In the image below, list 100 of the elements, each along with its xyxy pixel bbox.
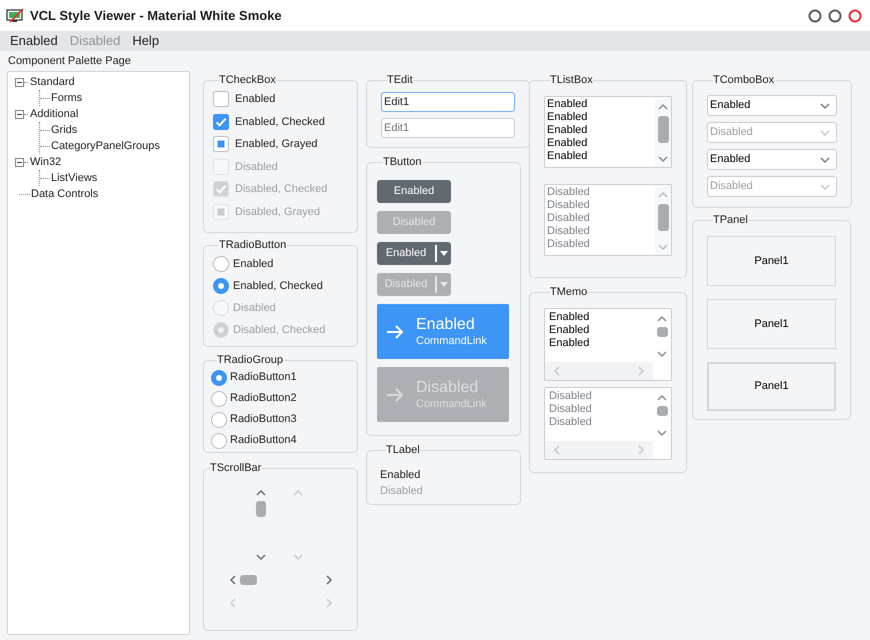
- caret-icon: [440, 251, 448, 256]
- radio-label: RadioButton4: [230, 433, 297, 448]
- window-title: VCL Style Viewer - Material White Smoke: [30, 6, 282, 25]
- radio-button[interactable]: [211, 390, 227, 406]
- chevron-up-icon: [657, 394, 667, 402]
- tree-item[interactable]: Standard: [30, 74, 75, 90]
- tree-item[interactable]: Forms: [51, 90, 82, 106]
- minimize-icon: [808, 8, 822, 22]
- group-title: TPanel: [713, 213, 748, 227]
- caret-icon: [440, 282, 448, 287]
- radio-button[interactable]: [211, 432, 227, 448]
- split-button[interactable]: Enabled: [377, 242, 451, 265]
- checkbox-label: Disabled: [235, 160, 278, 174]
- radio-label: Enabled, Checked: [233, 278, 323, 294]
- tree-item[interactable]: Additional: [30, 106, 78, 122]
- checkbox-label: Disabled, Grayed: [235, 204, 320, 220]
- radio-button[interactable]: [211, 370, 227, 386]
- chevron-down-icon: [820, 156, 830, 164]
- radio-button[interactable]: [213, 256, 229, 272]
- chevron-left-icon: [553, 445, 561, 455]
- group-title: TScrollBar: [210, 461, 262, 475]
- text-field[interactable]: Edit1: [381, 92, 515, 112]
- app-icon: [6, 8, 24, 24]
- menu-item[interactable]: Help: [126, 31, 166, 51]
- combo-box[interactable]: Enabled: [707, 149, 837, 170]
- list-item[interactable]: Enabled: [547, 124, 655, 137]
- scrollbar-thumb[interactable]: [656, 327, 668, 337]
- scrollbar-thumb[interactable]: [240, 575, 256, 585]
- chevron-down-icon: [820, 182, 830, 190]
- list-item[interactable]: Enabled: [547, 150, 655, 163]
- radio-label: Enabled: [233, 256, 274, 272]
- checkbox[interactable]: [213, 91, 229, 108]
- checkbox-label: Enabled: [235, 92, 276, 107]
- group-title: TLabel: [386, 443, 420, 457]
- group-title: TEdit: [387, 73, 413, 87]
- scrollbar-thumb[interactable]: [658, 116, 668, 143]
- label-text: Enabled: [380, 468, 422, 483]
- list-item[interactable]: Enabled: [547, 111, 655, 124]
- chevron-down-icon: [256, 553, 266, 561]
- panel: Panel1: [707, 236, 836, 286]
- push-button[interactable]: Enabled: [377, 180, 451, 203]
- close-icon: [848, 8, 862, 22]
- chevron-up-icon: [658, 103, 668, 111]
- panel: Panel1: [707, 362, 836, 411]
- radio-label: Disabled: [233, 300, 276, 316]
- group-title: TRadioButton: [219, 238, 286, 252]
- memo-line: Enabled: [549, 324, 590, 337]
- checkbox-label: Disabled, Checked: [235, 182, 328, 197]
- checkbox-label: Enabled, Checked: [235, 114, 325, 130]
- tree-item[interactable]: ListViews: [51, 170, 98, 186]
- chevron-right-icon: [637, 445, 645, 455]
- chevron-up-icon: [657, 315, 667, 323]
- chevron-down-icon: [658, 243, 668, 251]
- memo-line: Disabled: [549, 416, 593, 429]
- tree-item[interactable]: CategoryPanelGroups: [51, 138, 160, 154]
- radio-label: Disabled, Checked: [233, 322, 326, 338]
- radio-label: RadioButton2: [230, 391, 297, 406]
- radio-button[interactable]: [213, 278, 229, 294]
- group-title: TMemo: [550, 285, 588, 299]
- checkbox[interactable]: [213, 114, 229, 130]
- scrollbar-thumb[interactable]: [256, 501, 266, 517]
- chevron-right-icon: [637, 366, 645, 376]
- memo-line: Enabled: [549, 337, 590, 350]
- panel: Panel1: [707, 299, 836, 349]
- chevron-down-icon: [658, 155, 668, 163]
- group-title: TButton: [383, 155, 422, 169]
- chevron-left-icon: [553, 366, 561, 376]
- group-title: TRadioGroup: [217, 353, 284, 367]
- radio-label: RadioButton3: [230, 412, 297, 428]
- checkbox-label: Enabled, Grayed: [235, 137, 318, 152]
- group-title: TListBox: [550, 73, 593, 87]
- list-box[interactable]: Enabled Enabled Enabled Enabled Enabled: [544, 96, 672, 168]
- tree-item[interactable]: Win32: [30, 154, 62, 170]
- combo-box[interactable]: Enabled: [707, 95, 837, 116]
- radio-button[interactable]: [211, 412, 227, 428]
- arrow-icon: [386, 324, 404, 338]
- chevron-up-icon: [658, 191, 668, 199]
- arrow-icon: [386, 388, 404, 402]
- chevron-right-icon: [324, 575, 332, 585]
- menu-item[interactable]: Enabled: [4, 31, 64, 51]
- list-item[interactable]: Enabled: [547, 98, 655, 111]
- list-item[interactable]: Enabled: [547, 137, 655, 150]
- chevron-down-icon: [820, 102, 830, 110]
- checkbox[interactable]: [213, 136, 229, 152]
- tree-item[interactable]: Grids: [51, 122, 78, 138]
- panel-label: Component Palette Page: [7, 54, 132, 69]
- label-text: Disabled: [380, 484, 424, 499]
- radio-label: RadioButton1: [230, 370, 297, 386]
- chevron-right-icon: [324, 598, 332, 608]
- memo-line: Enabled: [549, 311, 590, 324]
- memo-line: Disabled: [549, 403, 593, 416]
- memo-field[interactable]: Enabled Enabled Enabled: [544, 308, 672, 381]
- chevron-down-icon: [293, 553, 303, 561]
- tree-item[interactable]: Data Controls: [31, 186, 98, 202]
- memo-line: Disabled: [549, 390, 593, 403]
- chevron-down-icon: [657, 429, 667, 437]
- group-title: TComboBox: [713, 73, 774, 87]
- group-title: TCheckBox: [219, 73, 276, 87]
- chevron-down-icon: [657, 350, 667, 358]
- chevron-down-icon: [820, 128, 830, 136]
